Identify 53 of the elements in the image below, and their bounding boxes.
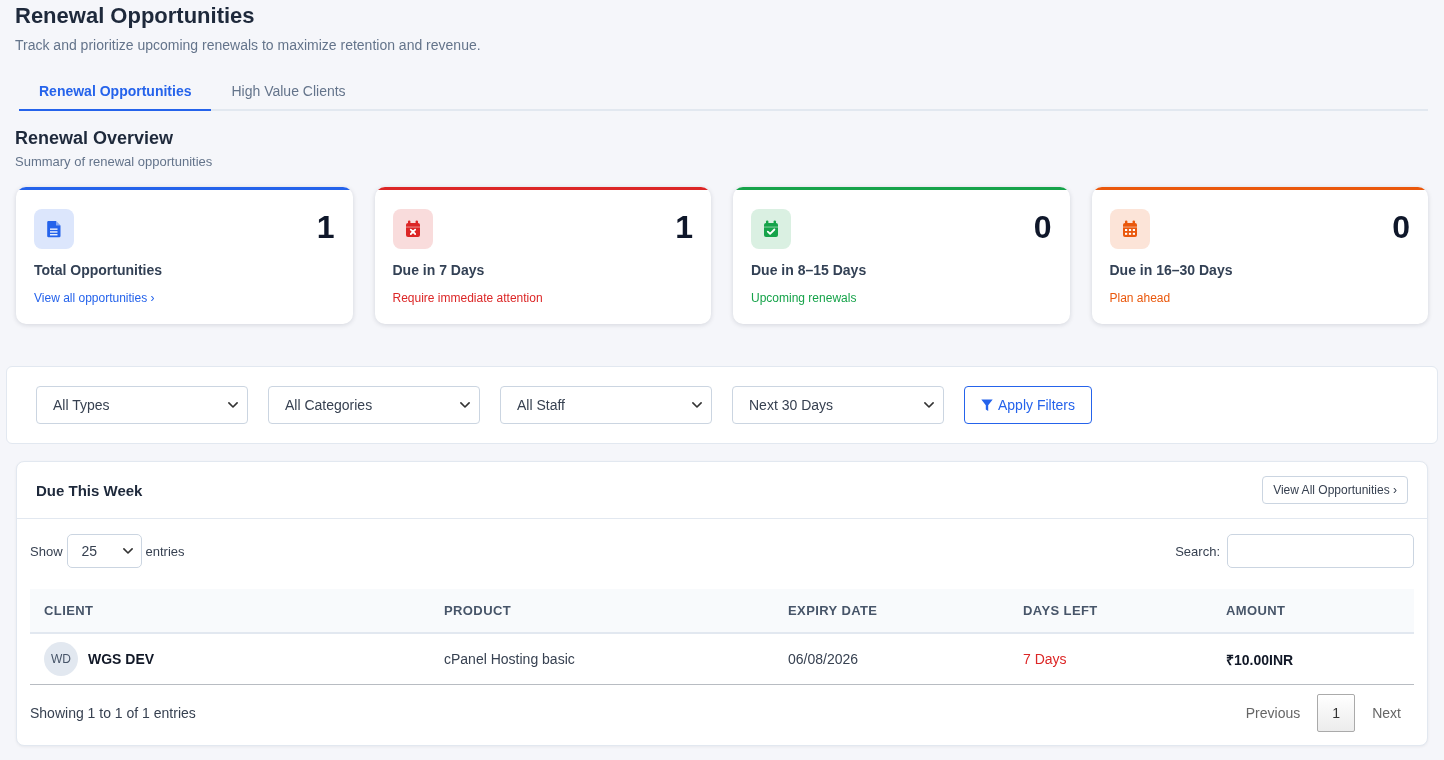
column-header: PRODUCT <box>444 603 512 618</box>
stat-count: 1 <box>675 209 693 245</box>
view-all-link[interactable]: View all opportunities › <box>34 290 155 306</box>
column-header: DAYS LEFT <box>1023 603 1098 618</box>
section-subtitle: Summary of renewal opportunities <box>15 153 213 171</box>
view-all-button[interactable]: View All Opportunities › <box>1262 476 1408 504</box>
tab[interactable]: High Value Clients <box>211 71 366 111</box>
stat-label: Due in 7 Days <box>392 261 485 280</box>
column-header: CLIENT <box>44 603 94 618</box>
length-label: entries <box>145 543 185 559</box>
search-label: Search: <box>1175 543 1220 559</box>
column-header: AMOUNT <box>1226 603 1286 618</box>
stat-label: Total Opportunities <box>34 261 163 280</box>
apply-filters-button[interactable]: Apply Filters <box>964 386 1093 424</box>
card-title: Due This Week <box>36 481 143 499</box>
chevron-down-icon <box>228 402 238 408</box>
client-name: WGS DEV <box>88 651 155 667</box>
page-subtitle: Track and prioritize upcoming renewals to maximize retention and revenue. <box>15 36 481 55</box>
table-info: Showing 1 to 1 of 1 entries <box>30 705 196 721</box>
stat-count: 0 <box>1392 209 1410 245</box>
column-header: EXPIRY DATE <box>788 603 878 618</box>
filter-icon <box>981 398 993 412</box>
document-icon <box>34 209 74 249</box>
chevron-down-icon <box>460 402 470 408</box>
page-title: Renewal Opportunities <box>15 3 255 29</box>
chevron-down-icon <box>122 548 133 554</box>
stat-note: Plan ahead <box>1109 290 1171 306</box>
stat-note: Require immediate attention <box>392 290 543 306</box>
table-cell: cPanel Hosting basic <box>444 651 575 667</box>
table-cell: ₹10.00INR <box>1226 651 1294 668</box>
client-avatar: WD <box>44 642 78 676</box>
section-title: Renewal Overview <box>15 127 174 150</box>
filter-select[interactable]: Next 30 Days <box>732 386 944 424</box>
length-label: Show <box>30 543 63 559</box>
tab[interactable]: Renewal Opportunities <box>19 71 212 111</box>
search-field[interactable] <box>1227 534 1414 568</box>
stat-label: Due in 16–30 Days <box>1109 261 1233 280</box>
stat-count: 1 <box>316 209 335 245</box>
calendar-check-icon <box>751 209 791 249</box>
stat-label: Due in 8–15 Days <box>751 261 867 280</box>
stat-note: Upcoming renewals <box>751 290 857 306</box>
calendar-x-icon <box>392 209 433 249</box>
page-button[interactable]: 1 <box>1317 694 1356 732</box>
chevron-down-icon <box>692 402 702 408</box>
stat-count: 0 <box>1033 209 1052 245</box>
calendar-icon <box>1109 209 1150 249</box>
chevron-down-icon <box>924 402 934 408</box>
filter-select[interactable]: All Types <box>36 386 248 424</box>
filter-select[interactable]: All Staff <box>500 386 712 424</box>
filter-select[interactable]: All Categories <box>268 386 480 424</box>
table-cell: 06/08/2026 <box>788 651 859 667</box>
page-size-select[interactable]: 25 <box>66 534 142 568</box>
days-left: 7 Days <box>1023 651 1067 667</box>
